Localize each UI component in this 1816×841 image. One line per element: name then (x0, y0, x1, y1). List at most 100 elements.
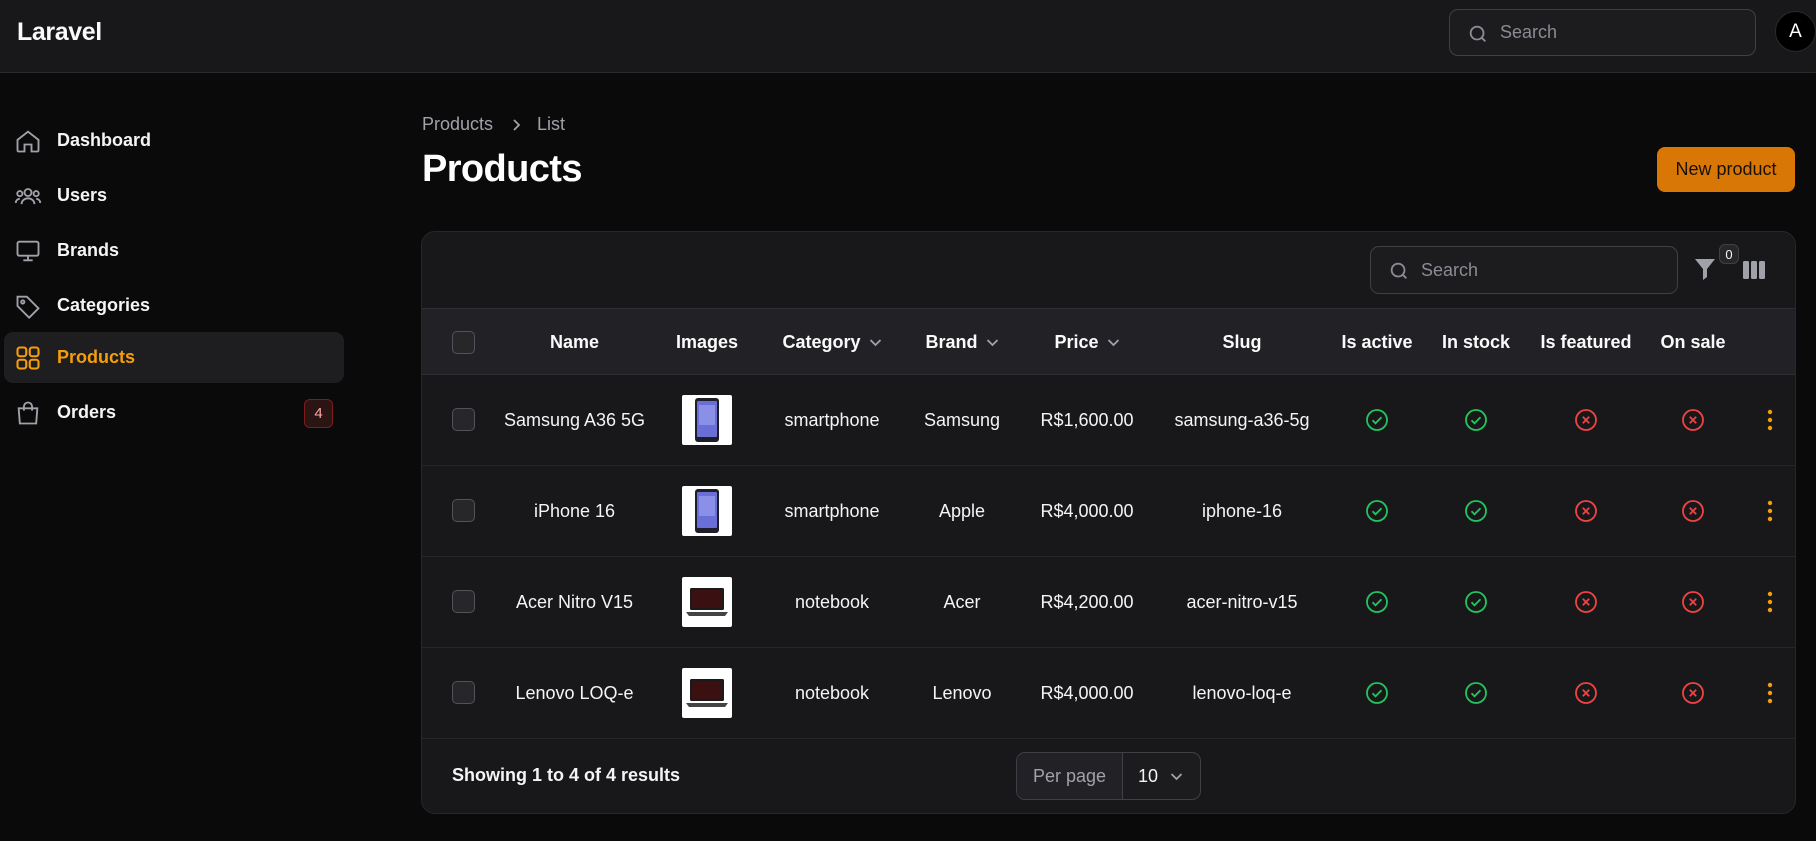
column-header-in-stock: In stock (1441, 332, 1511, 352)
column-header-category[interactable]: Category (757, 309, 907, 376)
global-search[interactable] (1449, 9, 1756, 56)
table-row[interactable]: iPhone 16 smartphone Apple R$4,000.00 iphone… (422, 466, 1795, 557)
cell-name: iPhone 16 (533, 500, 616, 521)
column-header-slug[interactable]: Slug (1157, 309, 1327, 376)
x-circle-icon (1681, 408, 1705, 432)
column-header-label: Brand (925, 332, 978, 352)
cell-price: R$4,000.00 (1040, 682, 1134, 703)
users-icon (14, 188, 42, 205)
filter-icon[interactable] (1694, 257, 1716, 281)
columns-icon[interactable] (1742, 260, 1766, 280)
search-icon (1469, 25, 1486, 42)
cell-price: R$4,000.00 (1040, 500, 1134, 521)
x-circle-icon (1681, 499, 1705, 523)
cell-brand: Apple (938, 500, 986, 521)
cell-images (667, 466, 747, 556)
cell-brand: Samsung (923, 409, 1001, 430)
cell-price: R$1,600.00 (1040, 409, 1134, 430)
check-circle-icon (1464, 681, 1488, 705)
phone-thumbnail[interactable] (682, 486, 732, 536)
row-actions-menu[interactable] (1742, 375, 1795, 465)
laptop-thumbnail[interactable] (682, 668, 732, 718)
cell-in-stock (1427, 375, 1525, 465)
more-vertical-icon (1767, 682, 1773, 704)
cell-slug: iphone-16 (1201, 500, 1283, 521)
cell-is-active (1327, 648, 1427, 738)
more-vertical-icon (1767, 591, 1773, 613)
page-title: Products (422, 148, 583, 190)
cell-category: smartphone (784, 409, 880, 430)
global-search-input[interactable] (1500, 10, 1740, 55)
column-header-images: Images (675, 332, 739, 352)
laptop-thumbnail[interactable] (682, 577, 732, 627)
breadcrumb-link-products[interactable]: Products (422, 114, 493, 135)
avatar[interactable]: A (1775, 11, 1816, 52)
cell-brand: Lenovo (932, 682, 992, 703)
sidebar-item-brands[interactable]: Brands (4, 225, 344, 276)
brand-logo[interactable]: Laravel (17, 18, 102, 47)
cell-slug: acer-nitro-v15 (1186, 591, 1298, 612)
monitor-icon (16, 240, 40, 262)
row-checkbox[interactable] (452, 681, 475, 704)
table-header: Name Images Category Brand Price Slug Is… (422, 308, 1795, 376)
row-checkbox[interactable] (452, 408, 475, 431)
cell-price: R$4,200.00 (1040, 591, 1134, 612)
sidebar-item-orders[interactable]: Orders 4 (4, 387, 344, 438)
x-circle-icon (1574, 499, 1598, 523)
sidebar-item-label: Dashboard (57, 130, 152, 150)
per-page-select[interactable]: Per page 10 (1016, 752, 1201, 800)
breadcrumb-current: List (537, 114, 566, 134)
row-checkbox[interactable] (452, 590, 475, 613)
per-page-dropdown[interactable]: 10 (1123, 753, 1200, 799)
column-header-on-sale: On sale (1660, 332, 1726, 352)
table-search[interactable] (1370, 246, 1678, 294)
row-actions-menu[interactable] (1742, 466, 1795, 556)
cell-in-stock (1427, 648, 1525, 738)
check-circle-icon (1365, 590, 1389, 614)
row-actions-menu[interactable] (1742, 648, 1795, 738)
cell-name: Acer Nitro V15 (515, 591, 634, 612)
column-header-is-active: Is active (1341, 332, 1413, 352)
cell-on-sale (1647, 375, 1739, 465)
sidebar-item-dashboard[interactable]: Dashboard (4, 115, 344, 166)
check-circle-icon (1464, 408, 1488, 432)
table-row[interactable]: Acer Nitro V15 notebook Acer R$4,200.00 acer… (422, 557, 1795, 648)
column-header-brand[interactable]: Brand (907, 309, 1017, 376)
home-icon (16, 130, 40, 153)
table-search-input[interactable] (1421, 247, 1661, 293)
cell-name: Lenovo LOQ-e (515, 682, 634, 703)
sidebar-item-label: Products (57, 347, 136, 367)
x-circle-icon (1681, 590, 1705, 614)
select-all-checkbox[interactable] (452, 331, 475, 354)
row-checkbox[interactable] (452, 499, 475, 522)
check-circle-icon (1464, 499, 1488, 523)
sidebar-item-label: Categories (57, 295, 151, 315)
column-header-label: Category (782, 332, 861, 352)
search-icon (1390, 262, 1407, 279)
sidebar-item-categories[interactable]: Categories (4, 280, 344, 331)
check-circle-icon (1365, 408, 1389, 432)
table-row[interactable]: Samsung A36 5G smartphone Samsung R$1,600.0… (422, 375, 1795, 466)
new-product-button[interactable]: New product (1657, 147, 1795, 192)
sidebar-item-products[interactable]: Products (4, 332, 344, 383)
x-circle-icon (1574, 408, 1598, 432)
column-header-label: Price (1054, 332, 1099, 352)
column-header-price[interactable]: Price (1017, 309, 1157, 376)
per-page-label: Per page (1017, 753, 1123, 799)
cell-slug: lenovo-loq-e (1192, 682, 1292, 703)
cell-is-active (1327, 375, 1427, 465)
sidebar-item-users[interactable]: Users (4, 170, 344, 221)
grid-icon (16, 346, 40, 370)
x-circle-icon (1574, 681, 1598, 705)
cell-in-stock (1427, 466, 1525, 556)
chevron-down-icon (1170, 772, 1183, 780)
table-row[interactable]: Lenovo LOQ-e notebook Lenovo R$4,000.00 leno… (422, 648, 1795, 739)
per-page-value: 10 (1138, 765, 1159, 786)
column-header-name[interactable]: Name (502, 309, 647, 376)
check-circle-icon (1365, 681, 1389, 705)
row-actions-menu[interactable] (1742, 557, 1795, 647)
cell-is-featured (1525, 466, 1647, 556)
cell-is-featured (1525, 648, 1647, 738)
phone-thumbnail[interactable] (682, 395, 732, 445)
chevron-down-icon (986, 338, 999, 347)
